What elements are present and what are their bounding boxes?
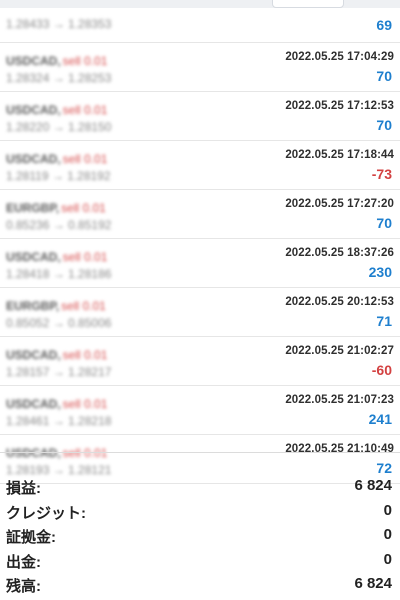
symbol-name: USDCAD, <box>6 250 61 264</box>
trade-row[interactable]: USDCAD, sell 0.01 2022.05.25 18:37:26 1.2… <box>0 239 400 288</box>
trade-profit: 69 <box>376 17 392 33</box>
trade-symbol: USDCAD, sell 0.01 <box>6 54 107 68</box>
trade-prices: 1.28433 → 1.28353 <box>6 17 112 31</box>
trade-datetime: 2022.05.25 17:18:44 <box>285 149 394 161</box>
symbol-name: EURGBP, <box>6 299 60 313</box>
trade-action: sell 0.01 <box>62 152 108 166</box>
trade-action: sell 0.01 <box>62 54 108 68</box>
trade-row[interactable]: USDCAD, sell 0.01 2022.05.25 21:07:23 1.2… <box>0 386 400 435</box>
trade-prices: 0.85052 → 0.85006 <box>6 316 112 330</box>
summary-label: 出金: <box>6 553 41 571</box>
trade-symbol: EURGBP, sell 0.01 <box>6 201 106 215</box>
symbol-name: USDCAD, <box>6 348 61 362</box>
symbol-name: USDCAD, <box>6 103 61 117</box>
trade-datetime: 2022.05.25 21:02:27 <box>285 345 394 357</box>
summary-value: 0 <box>383 526 392 543</box>
trade-datetime: 2022.05.25 17:27:20 <box>285 198 394 210</box>
trade-datetime: 2022.05.25 17:12:53 <box>285 100 394 112</box>
trade-datetime: 2022.05.25 17:04:29 <box>285 51 394 63</box>
trade-row[interactable]: EURGBP, sell 0.01 2022.05.25 17:27:20 0.8… <box>0 190 400 239</box>
summary-value: 6 824 <box>354 477 392 494</box>
summary-label: 損益: <box>6 480 41 497</box>
trade-profit: -73 <box>371 166 392 182</box>
summary-label: 証拠金: <box>6 529 56 546</box>
trade-row[interactable]: 1.28433 → 1.28353 69 <box>0 8 400 43</box>
trade-symbol: USDCAD, sell 0.01 <box>6 152 107 166</box>
trade-prices: 1.28418 → 1.28186 <box>6 267 112 281</box>
trade-profit: 70 <box>376 68 392 84</box>
trade-prices: 1.28220 → 1.28150 <box>6 120 112 134</box>
summary-row-withdrawal: 出金: 0 <box>0 551 400 576</box>
symbol-name: USDCAD, <box>6 397 61 411</box>
summary-value: 6 824 <box>354 575 392 592</box>
trade-row[interactable]: USDCAD, sell 0.01 2022.05.25 17:12:53 1.2… <box>0 92 400 141</box>
trade-prices: 1.28461 → 1.28218 <box>6 414 112 428</box>
summary-value: 0 <box>383 550 392 568</box>
trade-symbol: USDCAD, sell 0.01 <box>6 397 107 411</box>
trade-history-list: 1.28433 → 1.28353 69 USDCAD, sell 0.01 20… <box>0 8 400 484</box>
symbol-name: USDCAD, <box>6 54 61 68</box>
trade-symbol: USDCAD, sell 0.01 <box>6 250 107 264</box>
trade-action: sell 0.01 <box>61 201 106 215</box>
trade-datetime: 2022.05.25 21:07:23 <box>285 394 394 406</box>
account-summary: 損益: 6 824 クレジット: 0 証拠金: 0 出金: 0 残高: 6 82… <box>0 452 400 600</box>
summary-label: 残高: <box>6 578 41 595</box>
top-bar <box>0 0 400 8</box>
trade-symbol: USDCAD, sell 0.01 <box>6 103 107 117</box>
trade-profit: 71 <box>376 313 392 329</box>
summary-row-margin: 証拠金: 0 <box>0 526 400 551</box>
trade-datetime: 2022.05.25 20:12:53 <box>285 296 394 308</box>
trade-action: sell 0.01 <box>62 397 108 411</box>
summary-value: 0 <box>383 501 392 519</box>
top-tab[interactable] <box>272 0 344 8</box>
trade-action: sell 0.01 <box>62 348 108 362</box>
trade-action: sell 0.01 <box>62 103 108 117</box>
trade-action: sell 0.01 <box>62 250 108 264</box>
trade-profit: 230 <box>368 264 392 280</box>
summary-row-credit: クレジット: 0 <box>0 502 400 527</box>
trade-profit: -60 <box>371 362 392 378</box>
trade-row[interactable]: USDCAD, sell 0.01 2022.05.25 21:02:27 1.2… <box>0 337 400 386</box>
summary-label: クレジット: <box>6 504 86 522</box>
trade-symbol: USDCAD, sell 0.01 <box>6 348 107 362</box>
trade-prices: 0.85236 → 0.85192 <box>6 218 112 232</box>
summary-row-profit: 損益: 6 824 <box>0 477 400 502</box>
trade-symbol: EURGBP, sell 0.01 <box>6 299 106 313</box>
trade-row[interactable]: EURGBP, sell 0.01 2022.05.25 20:12:53 0.8… <box>0 288 400 337</box>
trade-row[interactable]: USDCAD, sell 0.01 2022.05.25 17:04:29 1.2… <box>0 43 400 92</box>
trade-prices: 1.28324 → 1.28253 <box>6 71 112 85</box>
summary-row-balance: 残高: 6 824 <box>0 575 400 600</box>
trade-action: sell 0.01 <box>61 299 106 313</box>
trade-profit: 70 <box>376 215 392 231</box>
trade-prices: 1.28157 → 1.28217 <box>6 365 112 379</box>
trade-profit: 241 <box>368 411 392 427</box>
trade-profit: 70 <box>376 117 392 133</box>
symbol-name: EURGBP, <box>6 201 60 215</box>
symbol-name: USDCAD, <box>6 152 61 166</box>
trade-datetime: 2022.05.25 18:37:26 <box>285 247 394 259</box>
trade-row[interactable]: USDCAD, sell 0.01 2022.05.25 17:18:44 1.2… <box>0 141 400 190</box>
trade-prices: 1.28119 → 1.28192 <box>6 169 111 183</box>
